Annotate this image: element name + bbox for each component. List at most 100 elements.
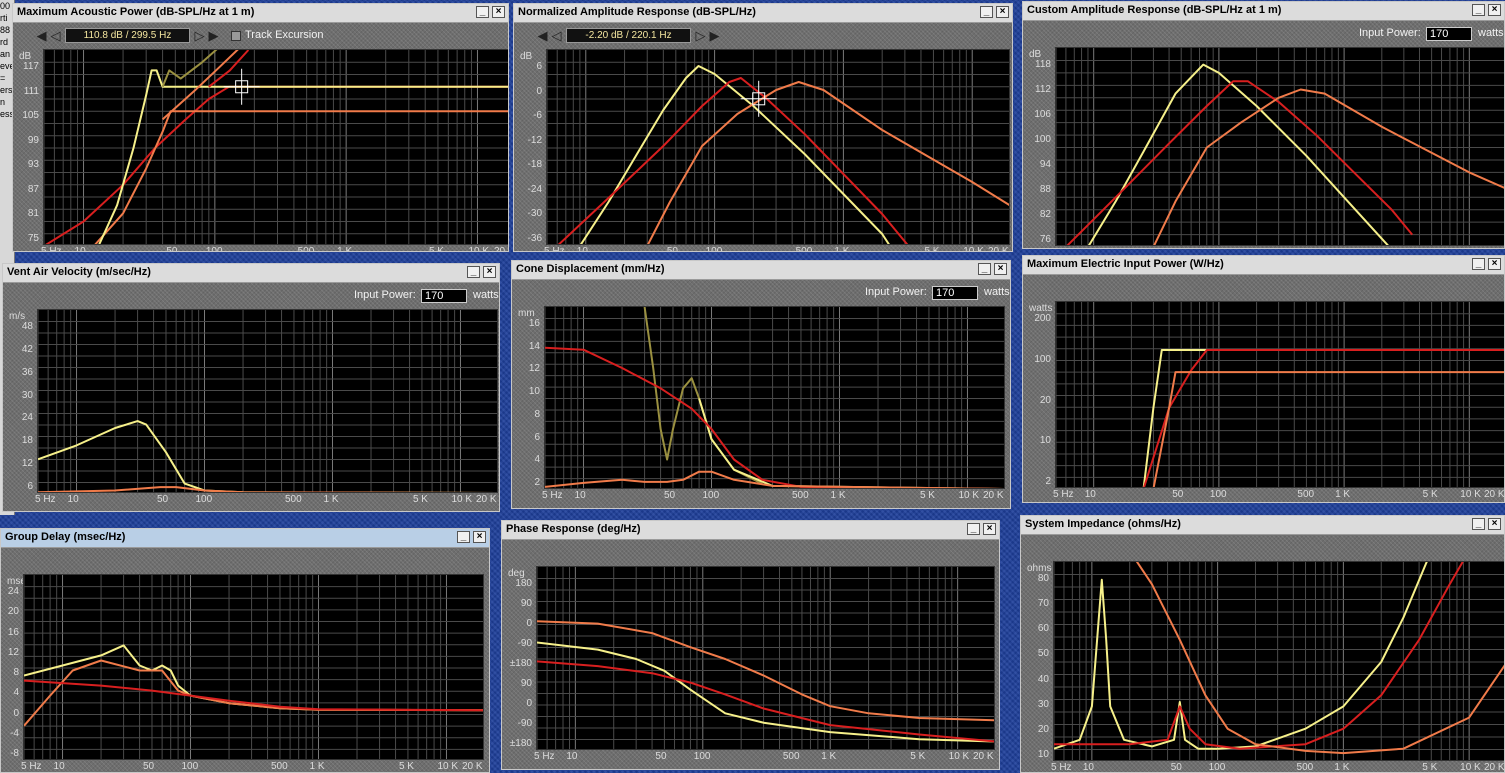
x-tick-label: 5 Hz <box>542 490 563 501</box>
x-tick-label: 1 K <box>337 246 353 252</box>
close-button[interactable]: × <box>473 531 486 543</box>
next-double-arrow-icon[interactable]: ▷ <box>193 28 206 43</box>
x-tick-label: 5 K <box>398 761 414 772</box>
y-tick-label: 99 <box>27 134 39 146</box>
window-title: Cone Displacement (mm/Hz) <box>516 263 665 275</box>
minimize-icon: _ <box>479 6 486 17</box>
input-power-field[interactable] <box>421 289 467 303</box>
close-button[interactable]: × <box>1488 258 1501 270</box>
track-excursion-checkbox[interactable] <box>231 31 241 41</box>
close-button[interactable]: × <box>983 523 996 535</box>
x-tick-label: 1 K <box>323 494 339 505</box>
plot-area[interactable] <box>536 566 995 750</box>
plot-area[interactable] <box>43 49 508 245</box>
close-button[interactable]: × <box>996 6 1009 18</box>
x-tick-label: 100 <box>205 246 223 252</box>
x-tick-label: 5 Hz <box>534 751 555 762</box>
watts-label: watts <box>1478 27 1504 39</box>
title-bar[interactable]: Maximum Electric Input Power (W/Hz) _ × <box>1023 256 1504 275</box>
y-tick-label: -6 <box>533 110 542 122</box>
y-tick-label: 12 <box>7 646 19 658</box>
series-line-0 <box>24 644 483 712</box>
title-bar[interactable]: Vent Air Velocity (m/sec/Hz) _ × <box>3 264 499 283</box>
minimize-button[interactable]: _ <box>1472 518 1485 530</box>
y-tick-label: 4 <box>534 454 540 466</box>
input-power-field[interactable] <box>932 286 978 300</box>
minimize-button[interactable]: _ <box>967 523 980 535</box>
next-arrow-icon[interactable]: ▶ <box>708 28 721 43</box>
x-tick-label: 500 <box>270 761 288 772</box>
title-bar[interactable]: Phase Response (deg/Hz) _ × <box>502 521 999 540</box>
x-tick-label: 1 K <box>1335 489 1351 500</box>
prev-double-arrow-icon[interactable]: ◁ <box>550 28 563 43</box>
prev-arrow-icon[interactable]: ◀ <box>536 28 549 43</box>
minimize-button[interactable]: _ <box>467 266 480 278</box>
close-icon: × <box>997 263 1004 274</box>
close-button[interactable]: × <box>994 263 1007 275</box>
close-button[interactable]: × <box>483 266 496 278</box>
window-max-acoustic-power: Maximum Acoustic Power (dB-SPL/Hz at 1 m… <box>12 3 509 252</box>
minimize-button[interactable]: _ <box>1472 258 1485 270</box>
plot-area[interactable] <box>1055 47 1504 246</box>
series-line-1 <box>24 659 483 727</box>
title-bar[interactable]: Normalized Amplitude Response (dB-SPL/Hz… <box>514 4 1012 23</box>
minimize-button[interactable]: _ <box>457 531 470 543</box>
plot-area[interactable] <box>544 306 1005 489</box>
x-tick-label: 10 <box>67 494 79 505</box>
y-tick-label: 24 <box>21 412 33 424</box>
plot-area[interactable] <box>1053 561 1504 761</box>
x-tick-label: 10 K <box>1460 247 1481 248</box>
title-bar[interactable]: System Impedance (ohms/Hz) _ × <box>1021 516 1504 535</box>
next-arrow-icon[interactable]: ▶ <box>207 28 220 43</box>
x-tick-label: 50 <box>666 246 678 252</box>
minimize-icon: _ <box>1475 518 1482 529</box>
y-tick-label: 8 <box>13 667 19 678</box>
next-double-arrow-icon[interactable]: ▷ <box>694 28 707 43</box>
x-tick-label: 5 Hz <box>1053 489 1074 500</box>
plot-area[interactable] <box>23 574 484 760</box>
plot-svg <box>1054 562 1504 760</box>
x-tick-label: 10 <box>1084 489 1096 500</box>
minimize-button[interactable]: _ <box>476 6 489 18</box>
close-button[interactable]: × <box>492 6 505 18</box>
prev-arrow-icon[interactable]: ◀ <box>35 28 48 43</box>
plot-area[interactable] <box>546 49 1010 245</box>
window-normalized-amplitude-response: Normalized Amplitude Response (dB-SPL/Hz… <box>513 3 1013 252</box>
title-bar[interactable]: Custom Amplitude Response (dB-SPL/Hz at … <box>1023 2 1504 21</box>
input-power-field[interactable] <box>1426 27 1472 41</box>
y-tick-label: 12 <box>528 363 540 375</box>
x-tick-label: 10 K <box>958 490 980 501</box>
x-tick-label: 50 <box>142 761 155 772</box>
title-bar[interactable]: Group Delay (msec/Hz) _ × <box>1 529 489 548</box>
y-tick-label: 87 <box>27 183 39 195</box>
x-tick-label: 5 K <box>910 751 926 762</box>
x-tick-label: 1 K <box>1334 762 1350 773</box>
close-button[interactable]: × <box>1488 518 1501 530</box>
plot-area[interactable] <box>37 309 498 493</box>
prev-double-arrow-icon[interactable]: ◁ <box>49 28 62 43</box>
minimize-button[interactable]: _ <box>978 263 991 275</box>
series-line-1 <box>537 641 994 743</box>
x-tick-label: 5 K <box>919 490 935 501</box>
y-tick-label: 40 <box>1037 673 1049 685</box>
y-tick-label: 75 <box>27 233 39 244</box>
minimize-button[interactable]: _ <box>980 6 993 18</box>
minimize-button[interactable]: _ <box>1472 4 1485 16</box>
x-tick-label: 1 K <box>834 246 850 252</box>
input-power-label: Input Power: <box>354 289 416 301</box>
x-tick-label: 1 K <box>309 761 325 772</box>
close-icon: × <box>1491 4 1498 15</box>
x-tick-label: 5 Hz <box>1053 247 1074 248</box>
plot-area[interactable] <box>1055 301 1504 488</box>
y-tick-label: -90 <box>517 718 532 729</box>
title-bar[interactable]: Maximum Acoustic Power (dB-SPL/Hz at 1 m… <box>13 4 508 23</box>
y-tick-label: 200 <box>1034 313 1051 324</box>
x-tick-label: 10 K <box>1460 489 1481 500</box>
y-tick-label: 30 <box>21 389 33 401</box>
y-tick-label: 90 <box>520 678 532 689</box>
y-tick-label: ±180 <box>509 658 532 669</box>
close-button[interactable]: × <box>1488 4 1501 16</box>
title-bar[interactable]: Cone Displacement (mm/Hz) _ × <box>512 261 1010 280</box>
y-tick-label: 0 <box>526 618 532 629</box>
x-tick-label: 100 <box>702 490 720 501</box>
